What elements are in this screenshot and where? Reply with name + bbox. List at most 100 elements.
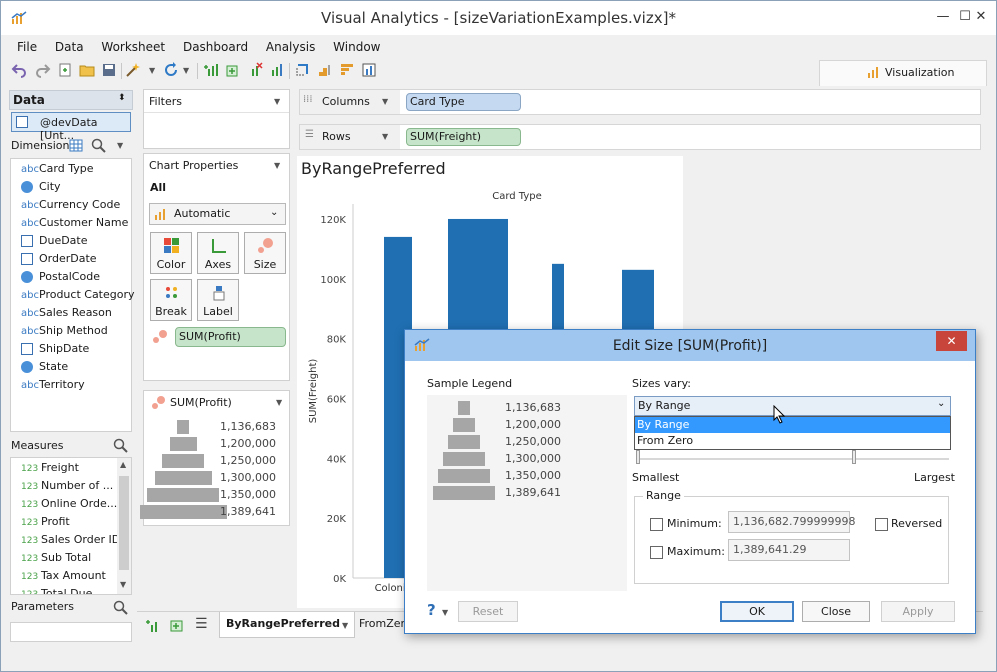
- card-type-pill[interactable]: Card Type: [406, 93, 521, 111]
- datasource-item[interactable]: @devData [Unt...: [11, 112, 131, 142]
- dimension-item[interactable]: abcTerritory: [21, 376, 131, 394]
- fit-view-icon[interactable]: [361, 62, 377, 78]
- status-bar: [1, 642, 996, 671]
- dimension-item-label: Territory: [39, 378, 85, 391]
- dimensions-label: Dimensions: [11, 139, 76, 152]
- sort-descending-icon[interactable]: [339, 62, 355, 78]
- chevron-down-icon[interactable]: ▼: [274, 97, 280, 106]
- chevron-down-icon[interactable]: ▼: [382, 132, 388, 141]
- new-file-icon[interactable]: [57, 62, 73, 78]
- dimension-item[interactable]: State: [21, 358, 131, 376]
- chevron-down-icon[interactable]: ▼: [117, 141, 123, 150]
- dimension-item[interactable]: abcCard Type: [21, 160, 131, 178]
- menu-file[interactable]: File: [17, 37, 37, 57]
- menu-data[interactable]: Data: [55, 37, 84, 57]
- sheet-list-icon[interactable]: ☰: [195, 616, 208, 632]
- dimension-item[interactable]: abcShip Method: [21, 322, 131, 340]
- menu-dashboard[interactable]: Dashboard: [183, 37, 248, 57]
- menu-analysis[interactable]: Analysis: [266, 37, 315, 57]
- option-from-zero[interactable]: From Zero: [635, 433, 950, 449]
- measure-item[interactable]: 123 Online Orde...: [21, 495, 121, 513]
- measure-item[interactable]: 123 Tax Amount: [21, 567, 121, 585]
- chevron-down-icon[interactable]: ▼: [183, 66, 189, 75]
- columns-label: Columns: [322, 95, 370, 108]
- color-button[interactable]: Color: [150, 232, 192, 274]
- chart-type-select[interactable]: Automatic ⌄: [149, 203, 286, 225]
- duplicate-worksheet-icon[interactable]: [225, 62, 241, 78]
- chart-settings-icon[interactable]: [269, 62, 285, 78]
- axes-button[interactable]: Axes: [197, 232, 239, 274]
- dimension-item[interactable]: abcSales Reason: [21, 304, 131, 322]
- measure-item[interactable]: 123 Total Due: [21, 585, 121, 594]
- chevron-down-icon[interactable]: ▼: [382, 97, 388, 106]
- search-icon[interactable]: [91, 138, 106, 153]
- dimension-item[interactable]: City: [21, 178, 131, 196]
- dimension-item[interactable]: PostalCode: [21, 268, 131, 286]
- add-dashboard-icon[interactable]: [169, 617, 185, 633]
- close-window-button[interactable]: ✕: [968, 7, 994, 27]
- measures-scrollbar[interactable]: ▲ ▼: [117, 458, 131, 594]
- measure-item[interactable]: 123 Sales Order ID: [21, 531, 121, 549]
- search-icon[interactable]: [113, 600, 128, 615]
- sum-freight-pill[interactable]: SUM(Freight): [406, 128, 521, 146]
- visualization-icon: [868, 67, 878, 78]
- break-button[interactable]: Break: [150, 279, 192, 321]
- sort-ascending-icon[interactable]: [317, 62, 333, 78]
- chevron-down-icon[interactable]: ▼: [276, 398, 282, 407]
- reversed-checkbox[interactable]: [875, 518, 888, 531]
- ok-button[interactable]: OK: [720, 601, 794, 622]
- table-view-icon[interactable]: [69, 139, 83, 152]
- chevron-down-icon[interactable]: ▼: [274, 161, 280, 170]
- save-icon[interactable]: [101, 62, 117, 78]
- tab-visualization[interactable]: Visualization: [819, 60, 987, 86]
- size-profit-pill[interactable]: SUM(Profit): [175, 327, 286, 347]
- clear-worksheet-icon[interactable]: [247, 62, 263, 78]
- apply-button[interactable]: Apply: [881, 601, 955, 622]
- undo-icon[interactable]: [11, 62, 27, 78]
- measure-item[interactable]: 123 Sub Total: [21, 549, 121, 567]
- size-button[interactable]: Size: [244, 232, 286, 274]
- dialog-body: Sample Legend 1,136,683 1,200,000 1,250,00…: [405, 361, 975, 633]
- option-by-range[interactable]: By Range: [635, 417, 950, 433]
- panel-menu-icon[interactable]: ⬍: [118, 93, 126, 103]
- tab-byrangepreferred[interactable]: ByRangePreferred ▼: [219, 612, 355, 638]
- reset-button[interactable]: Reset: [458, 601, 518, 622]
- menu-bar: File Data Worksheet Dashboard Analysis W…: [1, 37, 996, 57]
- add-worksheet-icon[interactable]: [145, 618, 161, 634]
- dimension-item[interactable]: abcCurrency Code: [21, 196, 131, 214]
- swap-rows-columns-icon[interactable]: [295, 62, 311, 78]
- minimum-checkbox[interactable]: [650, 518, 663, 531]
- open-folder-icon[interactable]: [79, 62, 95, 78]
- add-worksheet-icon[interactable]: [203, 62, 219, 78]
- menu-window[interactable]: Window: [333, 37, 380, 57]
- sizes-vary-select[interactable]: By Range ⌄: [634, 396, 951, 416]
- measure-item[interactable]: 123 Profit: [21, 513, 121, 531]
- dimension-item[interactable]: ShipDate: [21, 340, 131, 358]
- dimension-item[interactable]: abcProduct Category: [21, 286, 135, 304]
- dimension-item[interactable]: abcCustomer Name: [21, 214, 131, 232]
- dimension-item[interactable]: OrderDate: [21, 250, 131, 268]
- redo-icon[interactable]: [35, 62, 51, 78]
- label-button[interactable]: Label: [197, 279, 239, 321]
- maximum-checkbox[interactable]: [650, 546, 663, 559]
- size-slider-track[interactable]: [637, 458, 949, 460]
- help-icon[interactable]: ?: [427, 601, 436, 619]
- measure-item[interactable]: 123 Number of ...: [21, 477, 121, 495]
- maximum-input[interactable]: 1,389,641.29: [728, 539, 850, 561]
- search-icon[interactable]: [113, 438, 128, 453]
- chevron-down-icon[interactable]: ▼: [442, 608, 448, 617]
- columns-shelf: ⁞⁞⁞ Columns ▼ Card Type: [299, 89, 981, 115]
- minimize-button[interactable]: —: [933, 7, 953, 27]
- measure-item[interactable]: 123 Freight: [21, 459, 121, 477]
- refresh-icon[interactable]: [163, 62, 179, 78]
- size-slider-max-handle[interactable]: [852, 450, 856, 464]
- menu-worksheet[interactable]: Worksheet: [101, 37, 165, 57]
- chevron-down-icon[interactable]: ▼: [149, 66, 155, 75]
- size-slider-min-handle[interactable]: [636, 450, 640, 464]
- dialog-close-icon[interactable]: ✕: [936, 331, 967, 351]
- chevron-down-icon[interactable]: ▼: [342, 621, 348, 630]
- close-button[interactable]: Close: [802, 601, 870, 622]
- magic-wand-icon[interactable]: [125, 62, 141, 78]
- minimum-input[interactable]: 1,136,682.799999998: [728, 511, 855, 533]
- dimension-item[interactable]: DueDate: [21, 232, 131, 250]
